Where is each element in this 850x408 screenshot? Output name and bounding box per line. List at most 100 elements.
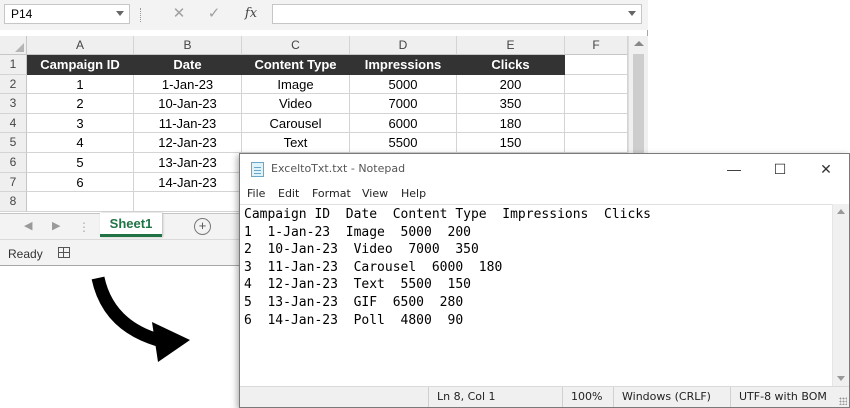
close-button[interactable]: ✕ (803, 154, 849, 184)
table-cell[interactable]: Text (242, 133, 350, 153)
notepad-title-bar[interactable]: ExceltoTxt.txt - Notepad — ☐ ✕ (240, 154, 849, 184)
column-header[interactable]: E (457, 36, 565, 55)
header-cell[interactable]: Campaign ID (27, 55, 134, 75)
resize-grip-icon[interactable] (839, 397, 847, 405)
arrow-left-icon[interactable]: ◀ (24, 219, 32, 232)
header-cell[interactable]: Impressions (350, 55, 457, 75)
arrow-up-icon[interactable] (634, 41, 644, 46)
table-cell[interactable]: Video (242, 94, 350, 114)
header-cell[interactable]: Clicks (457, 55, 565, 75)
chevron-down-icon[interactable] (628, 11, 636, 16)
cursor-position: Ln 8, Col 1 (428, 387, 568, 407)
curved-arrow-icon (91, 276, 190, 362)
scroll-thumb[interactable] (633, 54, 644, 154)
table-cell[interactable]: 1-Jan-23 (134, 74, 242, 95)
row-header[interactable]: 4 (0, 113, 27, 134)
encoding: UTF-8 with BOM (730, 387, 849, 407)
table-cell[interactable] (565, 55, 628, 75)
row-header[interactable]: 3 (0, 94, 27, 114)
menu-file[interactable]: File (247, 187, 265, 200)
table-cell[interactable]: 6000 (350, 113, 457, 134)
arrow-up-icon[interactable] (837, 209, 845, 214)
table-cell[interactable]: Carousel (242, 113, 350, 134)
divider (140, 8, 142, 22)
menu-view[interactable]: View (362, 187, 388, 200)
header-cell[interactable]: Content Type (242, 55, 350, 75)
line-ending: Windows (CRLF) (613, 387, 730, 407)
tab-separator: ⋮ (78, 220, 90, 234)
table-cell[interactable]: 4 (27, 133, 134, 153)
table-cell[interactable] (565, 94, 628, 114)
window-title: ExceltoTxt.txt - Notepad (271, 162, 406, 175)
add-sheet-icon[interactable]: + (194, 218, 211, 235)
table-cell[interactable]: 1 (27, 74, 134, 95)
text-line: 2 10-Jan-23 Video 7000 350 (244, 242, 479, 258)
table-cell[interactable]: 10-Jan-23 (134, 94, 242, 114)
text-line: 5 13-Jan-23 GIF 6500 280 (244, 294, 464, 310)
column-header[interactable]: F (565, 36, 628, 55)
fx-icon[interactable]: fx (240, 5, 262, 23)
row-header[interactable]: 5 (0, 133, 27, 153)
row-header[interactable]: 8 (0, 192, 27, 212)
tab-sheet1[interactable]: Sheet1 (100, 213, 162, 237)
notepad-menu-bar: File Edit Format View Help (240, 184, 849, 204)
menu-edit[interactable]: Edit (278, 187, 299, 200)
table-cell[interactable]: 2 (27, 94, 134, 114)
header-cell[interactable]: Date (134, 55, 242, 75)
notepad-window: ExceltoTxt.txt - Notepad — ☐ ✕ File Edit… (239, 153, 850, 408)
table-cell[interactable]: Image (242, 74, 350, 95)
triangle-icon (15, 43, 24, 52)
table-cell[interactable] (27, 192, 134, 212)
table-cell[interactable]: 11-Jan-23 (134, 113, 242, 134)
chevron-down-icon[interactable] (116, 11, 124, 16)
row-header[interactable]: 6 (0, 153, 27, 173)
table-cell[interactable]: 14-Jan-23 (134, 172, 242, 193)
page-layout-icon[interactable] (58, 247, 70, 258)
table-cell[interactable]: 180 (457, 113, 565, 134)
column-header[interactable]: D (350, 36, 457, 55)
menu-format[interactable]: Format (312, 187, 351, 200)
minimize-button[interactable]: — (711, 154, 757, 184)
row-header[interactable]: 7 (0, 172, 27, 193)
formula-bar: P14 ✕ ✓ fx (0, 0, 648, 30)
table-cell[interactable]: 13-Jan-23 (134, 153, 242, 173)
menu-help[interactable]: Help (401, 187, 426, 200)
column-header[interactable]: B (134, 36, 242, 55)
arrow-right-icon[interactable]: ▶ (52, 219, 60, 232)
column-header[interactable]: C (242, 36, 350, 55)
table-cell[interactable] (565, 74, 628, 95)
column-header[interactable]: A (27, 36, 134, 55)
row-header[interactable]: 2 (0, 74, 27, 95)
select-all-corner[interactable] (0, 36, 27, 55)
notepad-vertical-scrollbar[interactable] (832, 204, 849, 386)
table-cell[interactable]: 350 (457, 94, 565, 114)
formula-input[interactable] (272, 4, 642, 24)
table-cell[interactable]: 5 (27, 153, 134, 173)
close-icon[interactable]: ✕ (168, 5, 190, 23)
status-text: Ready (8, 247, 43, 261)
notepad-status-bar: Ln 8, Col 1 100% Windows (CRLF) UTF-8 wi… (240, 386, 849, 407)
check-icon[interactable]: ✓ (203, 5, 225, 23)
table-cell[interactable] (565, 113, 628, 134)
row-header[interactable]: 1 (0, 55, 27, 75)
arrow-down-icon[interactable] (837, 376, 845, 381)
text-line: 3 11-Jan-23 Carousel 6000 180 (244, 259, 503, 275)
notepad-text-area[interactable]: Campaign ID Date Content Type Impression… (240, 204, 832, 386)
table-cell[interactable] (565, 133, 628, 153)
table-cell[interactable]: 5000 (350, 74, 457, 95)
notepad-icon (251, 162, 264, 177)
table-cell[interactable] (134, 192, 242, 212)
name-box-value: P14 (11, 7, 33, 21)
text-line: Campaign ID Date Content Type Impression… (244, 207, 651, 222)
table-cell[interactable]: 150 (457, 133, 565, 153)
table-cell[interactable]: 200 (457, 74, 565, 95)
text-line: 6 14-Jan-23 Poll 4800 90 (244, 312, 464, 328)
table-cell[interactable]: 5500 (350, 133, 457, 153)
zoom-level: 100% (562, 387, 615, 407)
maximize-button[interactable]: ☐ (757, 154, 803, 184)
name-box[interactable]: P14 (4, 4, 130, 24)
table-cell[interactable]: 6 (27, 172, 134, 193)
table-cell[interactable]: 12-Jan-23 (134, 133, 242, 153)
table-cell[interactable]: 3 (27, 113, 134, 134)
table-cell[interactable]: 7000 (350, 94, 457, 114)
